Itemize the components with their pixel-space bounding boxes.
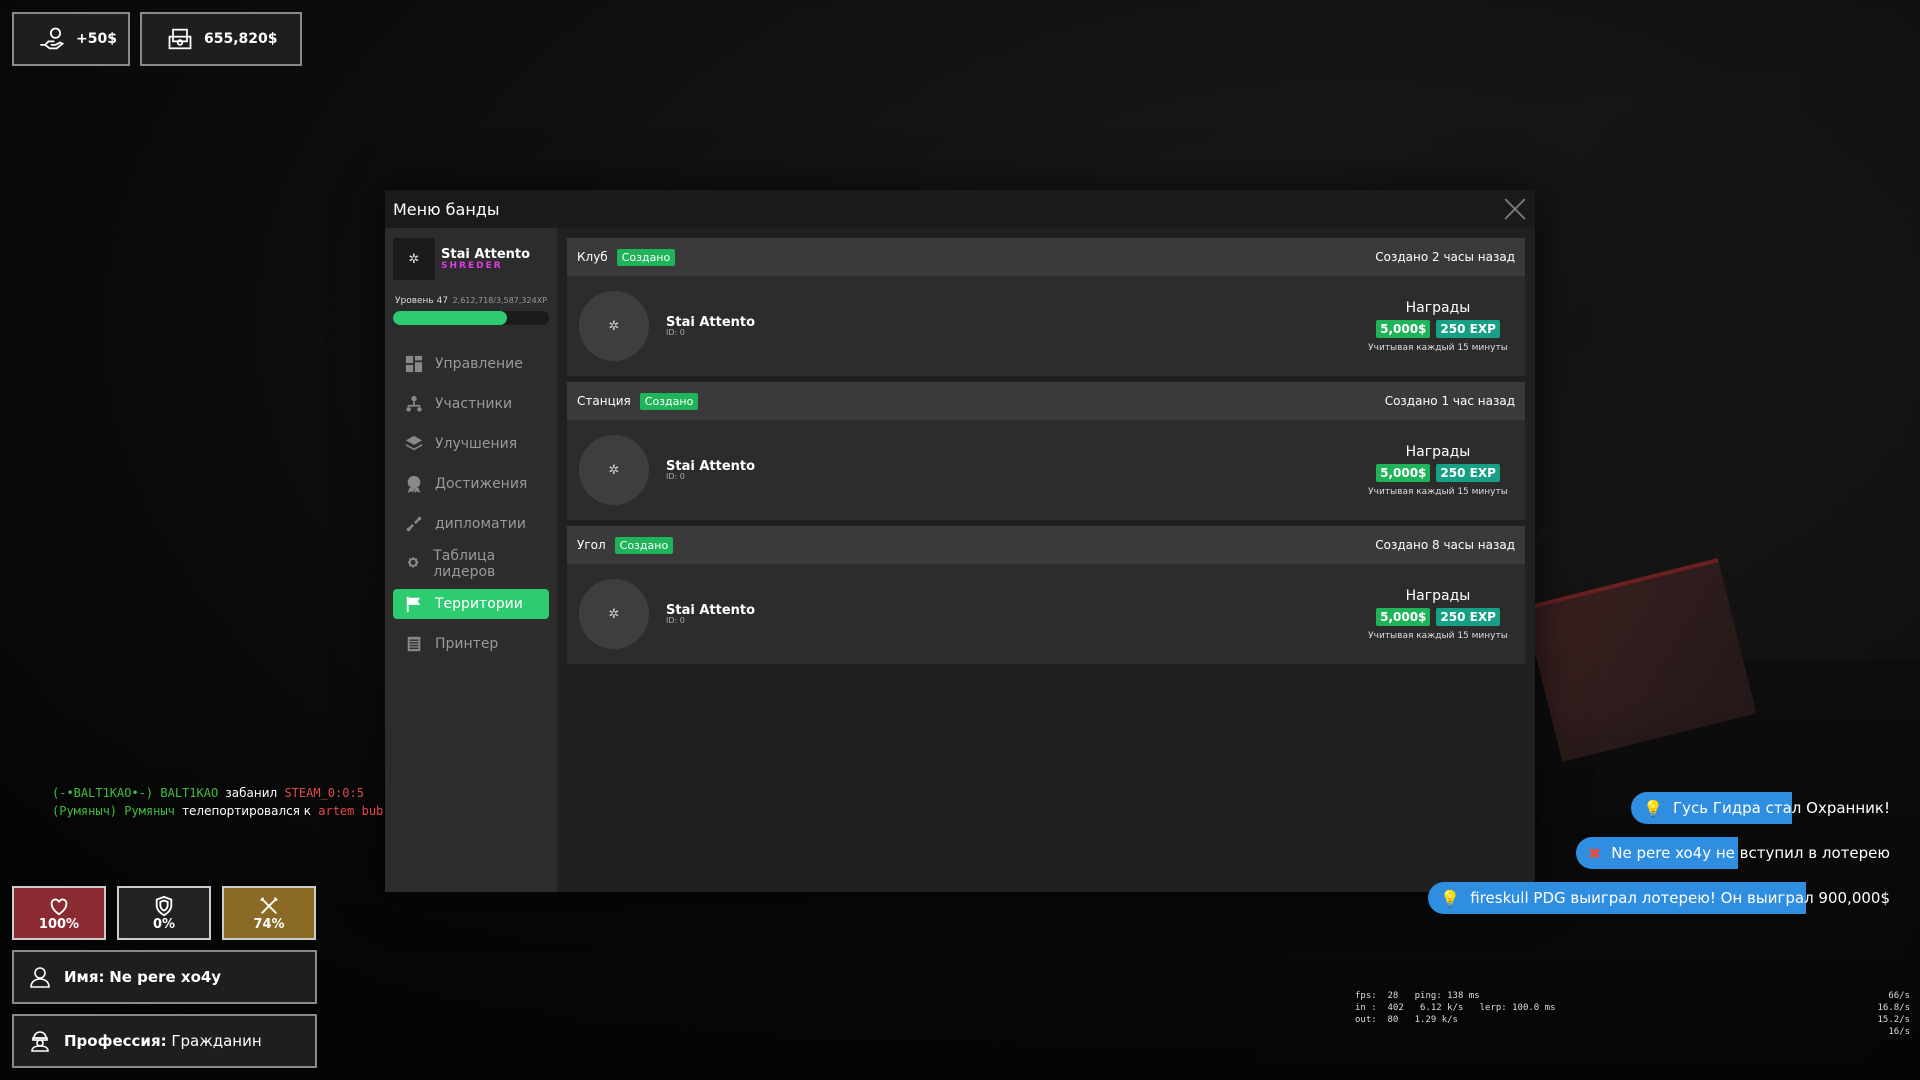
rewards-title: Награды: [1405, 587, 1471, 604]
hand-money-icon: [40, 27, 65, 50]
hunger-value: 74%: [253, 916, 285, 932]
income-display: +50$: [12, 12, 130, 66]
gang-xp: 2,612,718/3,587,324XP: [452, 296, 547, 305]
territory-header: Клуб Создано Создано 2 часы назад: [567, 238, 1525, 276]
link-icon: [406, 516, 422, 532]
balance-display: 655,820$: [140, 12, 302, 66]
gang-name: Stai Attento: [441, 247, 531, 262]
sidebar-item-leaderboard[interactable]: Таблица лидеров: [393, 548, 549, 580]
territory-card: Станция Создано Создано 1 час назад ✲ St…: [567, 382, 1525, 520]
gang-menu-window: Меню банды ✲ Stai Attento SHREDER Уровен…: [385, 190, 1535, 892]
reward-money: 5,000$: [1376, 463, 1431, 482]
owner-avatar: ✲: [579, 291, 649, 361]
award-icon: [407, 475, 421, 493]
territory-name: Клуб: [577, 250, 608, 264]
name-value: Ne pere xo4y: [109, 968, 222, 986]
reward-exp: 250 EXP: [1436, 607, 1500, 626]
territory-created-time: Создано 2 часы назад: [1375, 250, 1515, 264]
chat-line: (Румяныч) Румяныч телепортировался к art…: [52, 804, 384, 818]
status-badge: Создано: [614, 536, 674, 554]
sidebar-item-printer[interactable]: Принтер: [393, 629, 549, 659]
sidebar-item-management[interactable]: Управление: [393, 349, 549, 379]
territory-created-time: Создано 8 часы назад: [1375, 538, 1515, 552]
members-icon: [406, 395, 422, 412]
sidebar: ✲ Stai Attento SHREDER Уровень 47 2,612,…: [385, 228, 557, 892]
reward-note: Учитывая каждый 15 минуты: [1368, 486, 1508, 497]
territory-created-time: Создано 1 час назад: [1384, 394, 1515, 408]
net-graph-rates: 66/s 16.8/s 15.2/s 16/s: [1877, 991, 1910, 1037]
user-icon: [30, 967, 50, 988]
sidebar-item-diplomacy[interactable]: дипломатии: [393, 509, 549, 539]
territory-card: Угол Создано Создано 8 часы назад ✲ Stai…: [567, 526, 1525, 664]
reward-note: Учитывая каждый 15 минуты: [1368, 630, 1508, 641]
utensils-icon: [260, 896, 278, 914]
gang-level: Уровень 47: [395, 296, 449, 306]
rewards: Награды 5,000$ 250 EXP Учитывая каждый 1…: [1363, 300, 1513, 353]
gang-avatar: ✲: [393, 238, 435, 280]
rewards: Награды 5,000$ 250 EXP Учитывая каждый 1…: [1363, 588, 1513, 641]
printer-icon: [407, 636, 421, 652]
territory-card: Клуб Создано Создано 2 часы назад ✲ Stai…: [567, 238, 1525, 376]
status-badge: Создано: [639, 392, 699, 410]
health-value: 100%: [38, 916, 80, 932]
xp-progress-fill: [393, 311, 507, 325]
balance-value: 655,820$: [204, 31, 278, 47]
bulb-icon: 💡: [1643, 798, 1663, 818]
sidebar-nav: Управление Участники Улучшения Достижени…: [393, 349, 549, 659]
chat-log: (-•BALT1KAO•-) BALT1KAO забанил STEAM_0:…: [52, 784, 383, 820]
job-label: Профессия:: [64, 1032, 167, 1050]
notification: ✖ Ne pere xo4y не вступил в лотерею: [1575, 837, 1900, 869]
cash-stack-icon: [168, 28, 192, 50]
notification: 💡 fireskull PDG выиграл лотерею! Он выиг…: [1428, 882, 1900, 914]
reward-money: 5,000$: [1376, 319, 1431, 338]
armor-value: 0%: [152, 916, 176, 932]
reward-exp: 250 EXP: [1436, 463, 1500, 482]
shield-icon: [155, 895, 173, 916]
territory-header: Угол Создано Создано 8 часы назад: [567, 526, 1525, 564]
leaderboard-icon: [407, 556, 419, 569]
modal-title: Меню банды: [393, 199, 500, 219]
sidebar-item-upgrades[interactable]: Улучшения: [393, 429, 549, 459]
sidebar-item-territories[interactable]: Территории: [393, 589, 549, 619]
territories-list: Клуб Создано Создано 2 часы назад ✲ Stai…: [557, 228, 1535, 892]
territory-name: Угол: [577, 538, 606, 552]
hunger-stat: 74%: [222, 886, 316, 940]
dashboard-icon: [405, 355, 423, 373]
owner-avatar: ✲: [579, 579, 649, 649]
modal-header: Меню банды: [385, 190, 1535, 228]
armor-stat: 0%: [117, 886, 211, 940]
reward-money: 5,000$: [1376, 607, 1431, 626]
income-value: +50$: [76, 31, 117, 47]
layers-icon: [405, 435, 423, 451]
territory-name: Станция: [577, 394, 631, 408]
rewards-title: Награды: [1405, 299, 1471, 316]
owner-avatar: ✲: [579, 435, 649, 505]
name-label: Имя:: [64, 968, 105, 986]
flag-icon: [406, 596, 421, 613]
sidebar-item-members[interactable]: Участники: [393, 389, 549, 419]
reward-note: Учитывая каждый 15 минуты: [1368, 342, 1508, 353]
status-badge: Создано: [616, 248, 676, 266]
xp-progress-bar: [393, 311, 549, 325]
heart-icon: [50, 898, 68, 915]
net-graph: fps: 28 ping: 138 ms in : 402 6.12 k/s l…: [1355, 991, 1556, 1025]
health-stat: 100%: [12, 886, 106, 940]
worker-icon: [31, 1031, 49, 1052]
gang-profile: ✲ Stai Attento SHREDER: [393, 238, 549, 280]
gang-rank: SHREDER: [441, 261, 503, 271]
rewards: Награды 5,000$ 250 EXP Учитывая каждый 1…: [1363, 444, 1513, 497]
reward-exp: 250 EXP: [1436, 319, 1500, 338]
territory-header: Станция Создано Создано 1 час назад: [567, 382, 1525, 420]
rewards-title: Награды: [1405, 443, 1471, 460]
chat-line: (-•BALT1KAO•-) BALT1KAO забанил STEAM_0:…: [52, 786, 364, 800]
sidebar-item-achievements[interactable]: Достижения: [393, 469, 549, 499]
close-icon[interactable]: [1503, 197, 1527, 221]
player-job-box: Профессия: Гражданин: [12, 1014, 317, 1068]
error-icon: ✖: [1587, 843, 1602, 863]
bulb-icon: 💡: [1440, 888, 1461, 908]
job-value: Гражданин: [171, 1032, 262, 1050]
notification: 💡 Гусь Гидра стал Охранник!: [1631, 792, 1900, 824]
player-name-box: Имя: Ne pere xo4y: [12, 950, 317, 1004]
